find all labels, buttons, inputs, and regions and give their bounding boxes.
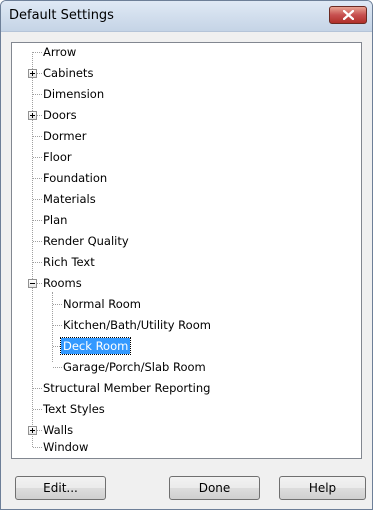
tree-item-structural-member-reporting[interactable]: Structural Member Reporting bbox=[43, 380, 210, 396]
tree-item-walls[interactable]: Walls bbox=[43, 422, 73, 438]
expand-plus-icon[interactable] bbox=[28, 426, 37, 435]
close-button[interactable] bbox=[329, 6, 367, 24]
tree-item-arrow[interactable]: Arrow bbox=[43, 44, 76, 60]
tree-branch-line bbox=[33, 136, 42, 137]
tree-branch-line bbox=[33, 409, 42, 410]
tree-item-text-styles[interactable]: Text Styles bbox=[43, 401, 105, 417]
tree-item-rich-text[interactable]: Rich Text bbox=[43, 254, 95, 270]
tree-item-floor[interactable]: Floor bbox=[43, 149, 72, 165]
tree-item-rooms[interactable]: Rooms bbox=[43, 275, 82, 291]
tree-branch-line bbox=[33, 262, 42, 263]
tree-item-deck-room[interactable]: Deck Room bbox=[59, 337, 132, 355]
expand-plus-icon[interactable] bbox=[28, 111, 37, 120]
done-button[interactable]: Done bbox=[169, 476, 260, 500]
close-x-icon bbox=[343, 10, 354, 20]
tree-item-plan[interactable]: Plan bbox=[43, 212, 67, 228]
tree-item-render-quality[interactable]: Render Quality bbox=[43, 233, 129, 249]
tree-branch-line bbox=[33, 52, 42, 53]
tree-branch-line bbox=[33, 388, 42, 389]
tree-item-materials[interactable]: Materials bbox=[43, 191, 96, 207]
title-bar[interactable]: Default Settings bbox=[1, 1, 372, 32]
dialog-title: Default Settings bbox=[9, 8, 114, 23]
tree-item-normal-room[interactable]: Normal Room bbox=[63, 296, 141, 312]
tree-branch-line bbox=[33, 220, 42, 221]
tree-branch-line bbox=[33, 94, 42, 95]
tree-branch-line bbox=[53, 325, 62, 326]
tree-branch-line bbox=[33, 447, 42, 448]
tree-branch-line bbox=[33, 241, 42, 242]
expand-plus-icon[interactable] bbox=[28, 69, 37, 78]
tree-item-dormer[interactable]: Dormer bbox=[43, 128, 86, 144]
tree-branch-line bbox=[53, 367, 62, 368]
tree-item-foundation[interactable]: Foundation bbox=[43, 170, 107, 186]
tree-branch-line bbox=[33, 199, 42, 200]
default-settings-dialog: Default Settings Arrow Cabinets Dimensio… bbox=[0, 0, 373, 510]
collapse-minus-icon[interactable] bbox=[28, 279, 37, 288]
tree-branch-line bbox=[33, 178, 42, 179]
tree-item-doors[interactable]: Doors bbox=[43, 107, 77, 123]
tree-item-garage-porch-slab-room[interactable]: Garage/Porch/Slab Room bbox=[63, 359, 206, 375]
settings-tree[interactable]: Arrow Cabinets Dimension Doors Dormer Fl… bbox=[11, 42, 362, 459]
tree-item-cabinets[interactable]: Cabinets bbox=[43, 65, 93, 81]
tree-guide-line-rooms bbox=[52, 292, 53, 362]
tree-item-dimension[interactable]: Dimension bbox=[43, 86, 104, 102]
tree-branch-line bbox=[53, 304, 62, 305]
edit-button[interactable]: Edit... bbox=[15, 476, 106, 500]
tree-item-kitchen-bath-utility-room[interactable]: Kitchen/Bath/Utility Room bbox=[63, 317, 211, 333]
help-button[interactable]: Help bbox=[279, 476, 366, 500]
tree-branch-line bbox=[33, 157, 42, 158]
tree-item-window[interactable]: Window bbox=[43, 439, 88, 455]
